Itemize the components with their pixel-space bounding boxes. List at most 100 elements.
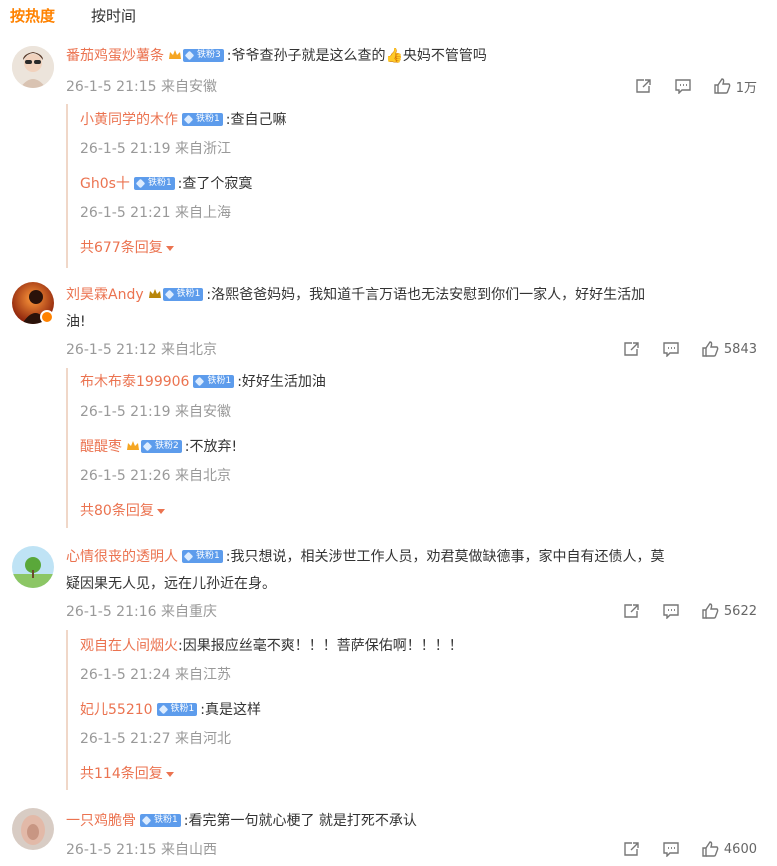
fan-badge: 铁粉1 [133, 176, 175, 190]
comment-meta: 26-1-5 21:15 来自安徽 [66, 79, 217, 95]
comment-text: :我只想说，相关涉世工作人员，劝君莫做缺德事，家中自有还债人，莫 [225, 549, 665, 565]
tab-by-hot[interactable]: 按热度 [10, 6, 55, 28]
reply-meta: 26-1-5 21:24 来自江苏 [80, 667, 231, 683]
like-button[interactable]: 1万 [714, 77, 757, 96]
diamond-icon [164, 289, 174, 299]
fan-badge: 铁粉1 [162, 287, 204, 301]
reply-username[interactable]: 小黄同学的木作 [80, 112, 178, 128]
comment-text-cont: 疑因果无人见，远在儿孙近在身。 [66, 576, 276, 592]
comment-actions: 1万 [635, 76, 757, 96]
reply-button[interactable] [662, 603, 680, 619]
share-button[interactable] [623, 341, 640, 357]
thumbs-up-icon [702, 341, 719, 357]
like-count: 5843 [723, 341, 757, 357]
fan-badge: 铁粉1 [193, 374, 235, 388]
reply-button[interactable] [662, 841, 680, 857]
reply-username[interactable]: 布木布泰199906 [80, 374, 189, 390]
comment-text: :看完第一句就心梗了 就是打死不承认 [183, 813, 417, 829]
reply-thread: 布木布泰199906 铁粉1:好好生活加油 26-1-5 21:19 来自安徽 醍… [66, 368, 766, 528]
reply-item: Gh0s十 铁粉1:查了个寂寞 [80, 174, 252, 194]
comment-actions: 5843 [623, 339, 757, 359]
comment-username[interactable]: 番茄鸡蛋炒薯条 [66, 48, 164, 64]
like-button[interactable]: 4600 [702, 841, 757, 857]
comment-icon [662, 603, 680, 619]
like-button[interactable]: 5843 [702, 341, 757, 357]
caret-down-icon [165, 771, 174, 777]
reply-item: 布木布泰199906 铁粉1:好好生活加油 [80, 372, 326, 392]
avatar[interactable] [12, 46, 54, 88]
diamond-icon [183, 551, 194, 561]
diamond-icon [183, 114, 194, 124]
comment-text: :爷爷查孙子就是这么查的👍央妈不管管吗 [226, 48, 487, 64]
avatar[interactable] [12, 546, 54, 588]
expand-replies-link[interactable]: 共677条回复 [80, 238, 174, 258]
share-button[interactable] [623, 841, 640, 857]
diamond-icon [135, 178, 146, 188]
thumbs-up-icon [702, 841, 719, 857]
comment-icon [674, 78, 692, 94]
avatar[interactable] [12, 808, 54, 850]
diamond-icon [141, 815, 152, 825]
reply-item: 醍醍枣 铁粉2:不放弃! [80, 437, 237, 457]
fan-crown-icon [148, 288, 162, 300]
verified-badge-icon [40, 310, 54, 324]
reply-username[interactable]: Gh0s十 [80, 176, 130, 192]
reply-username[interactable]: 观自在人间烟火 [80, 638, 178, 654]
comment-1: 番茄鸡蛋炒薯条 铁粉3:爷爷查孙子就是这么查的👍央妈不管管吗 26-1-5 21:… [0, 40, 777, 270]
reply-username[interactable]: 妃儿55210 [80, 702, 153, 718]
like-count: 4600 [723, 841, 757, 857]
reply-text: :查自己嘛 [225, 112, 287, 128]
expand-replies-link[interactable]: 共114条回复 [80, 764, 174, 784]
expand-replies-link[interactable]: 共80条回复 [80, 501, 165, 521]
fan-badge: 铁粉1 [140, 813, 181, 827]
reply-meta: 26-1-5 21:19 来自安徽 [80, 404, 231, 420]
comment-actions: 5622 [623, 601, 757, 621]
reply-thread: 观自在人间烟火:因果报应丝毫不爽！！！菩萨保佑啊！！！！ 26-1-5 21:2… [66, 630, 766, 790]
share-button[interactable] [635, 78, 652, 94]
reply-text: :真是这样 [200, 702, 261, 718]
reply-thread: 小黄同学的木作 铁粉1:查自己嘛 26-1-5 21:19 来自浙江 Gh0s十铁… [66, 104, 766, 268]
comment-3: 心情很丧的透明人 铁粉1:我只想说，相关涉世工作人员，劝君莫做缺德事，家中自有还债… [0, 540, 777, 802]
reply-text: :好好生活加油 [237, 374, 326, 390]
reply-meta: 26-1-5 21:21 来自上海 [80, 205, 231, 221]
fan-badge: 铁粉1 [182, 549, 223, 563]
fan-badge: 铁粉1 [156, 702, 198, 716]
comment-icon [662, 841, 680, 857]
reply-item: 小黄同学的木作 铁粉1:查自己嘛 [80, 110, 286, 130]
reply-meta: 26-1-5 21:27 来自河北 [80, 731, 231, 747]
reply-item: 观自在人间烟火:因果报应丝毫不爽！！！菩萨保佑啊！！！！ [80, 636, 463, 656]
tab-by-time[interactable]: 按时间 [91, 6, 136, 28]
comment-meta: 26-1-5 21:12 来自北京 [66, 342, 217, 358]
reply-username[interactable]: 醍醍枣 [80, 439, 122, 455]
reply-button[interactable] [662, 341, 680, 357]
reply-text: :查了个寂寞 [177, 176, 253, 192]
comment-icon [662, 341, 680, 357]
like-count: 1万 [735, 80, 757, 96]
like-count: 5622 [723, 603, 757, 619]
share-icon [623, 603, 640, 619]
like-button[interactable]: 5622 [702, 603, 757, 619]
caret-down-icon [156, 508, 165, 514]
diamond-icon [142, 441, 153, 451]
caret-down-icon [165, 245, 174, 251]
comment-4: 一只鸡脆骨 铁粉1:看完第一句就心梗了 就是打死不承认 26-1-5 21:15 … [0, 804, 777, 866]
reply-text: :因果报应丝毫不爽！！！菩萨保佑啊！！！！ [178, 638, 463, 654]
share-icon [635, 78, 652, 94]
fan-badge: 铁粉3 [183, 48, 224, 62]
share-button[interactable] [623, 603, 640, 619]
comment-2: 刘昊霖Andy 铁粉1:洛熙爸爸妈妈，我知道千言万语也无法安慰到你们一家人，好好生… [0, 278, 777, 540]
reply-item: 妃儿55210 铁粉1:真是这样 [80, 700, 261, 720]
fan-badge: 铁粉2 [141, 439, 182, 453]
comment-username[interactable]: 一只鸡脆骨 [66, 813, 136, 829]
reply-button[interactable] [674, 78, 692, 94]
share-icon [623, 341, 640, 357]
reply-meta: 26-1-5 21:19 来自浙江 [80, 141, 231, 157]
reply-text: :不放弃! [184, 439, 238, 455]
fan-crown-icon [168, 49, 182, 61]
comment-username[interactable]: 刘昊霖Andy [66, 287, 144, 303]
comment-text-cont: 油! [66, 314, 86, 330]
comment-username[interactable]: 心情很丧的透明人 [66, 549, 178, 565]
comment-meta: 26-1-5 21:16 来自重庆 [66, 604, 217, 620]
comment-text: :洛熙爸爸妈妈，我知道千言万语也无法安慰到你们一家人，好好生活加 [206, 287, 646, 303]
sort-tabs: 按热度 按时间 [10, 6, 136, 28]
